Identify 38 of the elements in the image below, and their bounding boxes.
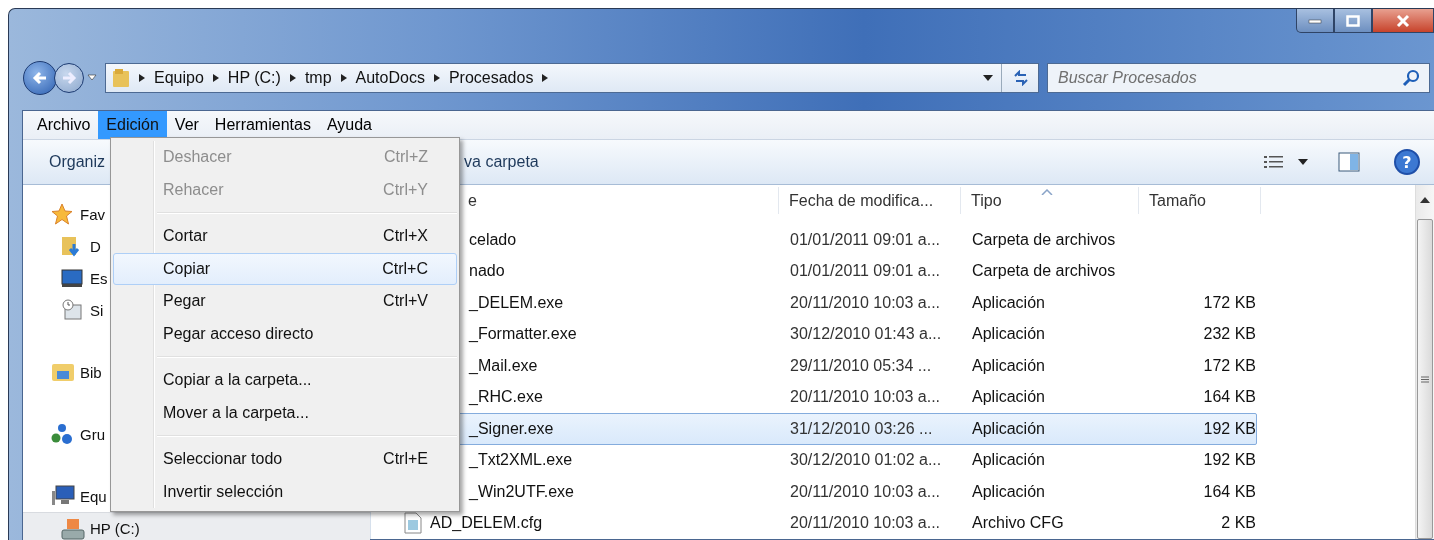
file-name: _Txt2XML.exe: [469, 451, 573, 470]
size-cell: 2 KB: [1221, 514, 1256, 532]
size-cell: 192 KB: [1203, 451, 1256, 469]
type-cell-text: Aplicación: [971, 451, 1046, 470]
file-name: _RHC.exe: [469, 388, 543, 407]
file-name: celado: [469, 230, 517, 249]
date-cell-text: 20/11/2010 10:03 a...: [789, 482, 942, 501]
type-cell-text: Aplicación: [971, 482, 1046, 501]
size-cell: 192 KB: [1203, 419, 1256, 437]
date-cell-text: 31/12/2010 03:26 ...: [789, 419, 934, 438]
type-cell-text: Aplicación: [971, 419, 1046, 438]
type-cell-text: Archivo CFG: [971, 514, 1065, 533]
file-name: _Mail.exe: [469, 356, 538, 375]
type-cell-text: Carpeta de archivos: [971, 262, 1117, 281]
date-cell-text: 20/11/2010 10:03 a...: [789, 514, 942, 533]
size-cell: 164 KB: [1203, 482, 1256, 500]
file-name: _Formatter.exe: [469, 325, 577, 344]
type-cell-text: Aplicación: [971, 325, 1046, 344]
date-cell-text: 01/01/2011 09:01 a...: [789, 230, 942, 249]
type-cell-text: Aplicación: [971, 356, 1046, 375]
size-cell: 232 KB: [1203, 325, 1256, 343]
file-name: nado: [469, 262, 505, 281]
date-cell-text: 20/11/2010 10:03 a...: [789, 388, 942, 407]
file-name: _DELEM.exe: [469, 293, 564, 312]
type-cell-text: Aplicación: [971, 293, 1046, 312]
size-cell: 172 KB: [1203, 356, 1256, 374]
file-name: AD_DELEM.cfg: [430, 514, 543, 533]
file-name: _Signer.exe: [469, 419, 554, 438]
date-cell-text: 01/01/2011 09:01 a...: [789, 262, 942, 281]
date-cell-text: 29/11/2010 05:34 ...: [789, 356, 933, 375]
type-cell-text: Aplicación: [971, 388, 1046, 407]
type-cell-text: Carpeta de archivos: [971, 230, 1117, 249]
size-cell: 172 KB: [1203, 293, 1256, 311]
file-name: _Win2UTF.exe: [469, 482, 574, 501]
date-cell-text: 30/12/2010 01:43 a...: [789, 325, 943, 344]
date-cell-text: 20/11/2010 10:03 a...: [789, 293, 942, 312]
size-cell: 164 KB: [1203, 388, 1256, 406]
date-cell-text: 30/12/2010 01:02 a...: [789, 451, 943, 470]
